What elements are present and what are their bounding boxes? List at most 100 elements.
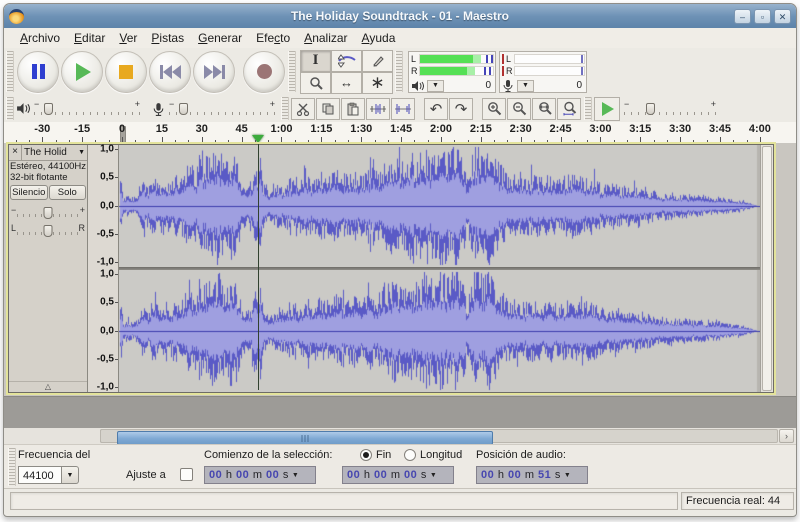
- record-meter[interactable]: L R ▼ 0: [499, 51, 587, 93]
- redo-button[interactable]: ↷: [449, 98, 473, 120]
- horizontal-scrollbar[interactable]: ‹ ›: [4, 428, 796, 444]
- stereo-track[interactable]: × The Holid▼ Estéreo, 44100Hz 32-bit flo…: [8, 144, 774, 393]
- ruler-label: 1:00: [270, 123, 292, 135]
- menu-analizar[interactable]: Analizar: [297, 29, 354, 47]
- track-control-panel[interactable]: × The Holid▼ Estéreo, 44100Hz 32-bit flo…: [9, 145, 88, 392]
- menu-editar[interactable]: Editar: [67, 29, 112, 47]
- project-rate-dropdown-icon[interactable]: ▼: [62, 466, 79, 484]
- skip-to-start-button[interactable]: [149, 51, 191, 93]
- record-button[interactable]: [243, 51, 285, 93]
- envelope-tool-button[interactable]: [331, 50, 362, 72]
- ruler-label: 1:45: [390, 123, 412, 135]
- menu-efecto[interactable]: Efecto: [249, 29, 297, 47]
- copy-button[interactable]: [316, 98, 340, 120]
- skip-to-end-button[interactable]: [193, 51, 235, 93]
- status-bar: Frecuencia real: 44: [4, 488, 796, 515]
- pan-slider[interactable]: L R: [15, 223, 81, 238]
- selection-start-dropdown-icon[interactable]: ▼: [292, 472, 299, 479]
- ruler-label: -15: [74, 123, 90, 135]
- menu-ayuda[interactable]: Ayuda: [355, 29, 403, 47]
- project-rate-value[interactable]: 44100: [18, 466, 62, 484]
- trim-icon: [370, 103, 386, 115]
- timeline-ruler[interactable]: -30-1501530451:001:151:301:452:002:152:3…: [4, 122, 796, 144]
- waveform-left-channel[interactable]: [119, 145, 760, 267]
- menu-ver[interactable]: Ver: [112, 29, 144, 47]
- pause-button[interactable]: [17, 51, 59, 93]
- magnifier-icon: [309, 76, 323, 90]
- track-collapse-handle[interactable]: △: [9, 381, 87, 391]
- solo-button[interactable]: Solo: [49, 185, 87, 200]
- silence-audio-button[interactable]: [391, 98, 415, 120]
- track-name-menu[interactable]: The Holid▼: [22, 145, 87, 160]
- paste-button[interactable]: [341, 98, 365, 120]
- selection-toolbar: Frecuencia del 44100 ▼ Ajuste a Comienzo…: [4, 444, 796, 489]
- playback-speed-thumb[interactable]: [646, 103, 655, 115]
- output-volume-thumb[interactable]: [44, 103, 53, 115]
- play-button[interactable]: [61, 51, 103, 93]
- trim-audio-button[interactable]: [366, 98, 390, 120]
- vertical-scrollbar[interactable]: [760, 145, 773, 392]
- selection-start-field[interactable]: 00 h 00 m 00 s▼: [204, 466, 316, 484]
- menu-generar[interactable]: Generar: [191, 29, 249, 47]
- zoom-tool-button[interactable]: [300, 72, 331, 94]
- mute-button[interactable]: Silencio: [10, 185, 48, 200]
- selection-end-dropdown-icon[interactable]: ▼: [430, 472, 437, 479]
- meter-toolbar-grip[interactable]: [395, 51, 403, 91]
- audio-position-dropdown-icon[interactable]: ▼: [564, 472, 571, 479]
- toolbar-row-1: I ↔ ∗ L R ▼ 0 L R: [4, 48, 796, 96]
- title-bar[interactable]: The Holiday Soundtrack - 01 - Maestro – …: [4, 4, 796, 28]
- scroll-right-button[interactable]: ›: [779, 429, 794, 443]
- multi-tool-button[interactable]: ∗: [362, 72, 393, 94]
- project-rate-combo[interactable]: 44100 ▼: [18, 466, 79, 484]
- audio-position-field[interactable]: 00 h 00 m 51 s▼: [476, 466, 588, 484]
- record-meter-zero: 0: [576, 80, 584, 91]
- waveform-display[interactable]: [119, 145, 773, 392]
- selection-toolbar-grip[interactable]: [8, 448, 16, 486]
- playback-meter-dropdown[interactable]: ▼: [427, 80, 444, 92]
- menu-archivo[interactable]: Archivo: [13, 29, 67, 47]
- horizontal-scrollbar-thumb[interactable]: [117, 431, 493, 445]
- play-at-speed-button[interactable]: [594, 97, 620, 121]
- gain-slider[interactable]: − +: [15, 205, 81, 220]
- selection-tool-button[interactable]: I: [300, 50, 331, 72]
- play-at-speed-icon: [602, 102, 614, 116]
- pan-thumb[interactable]: [44, 225, 53, 237]
- length-radio[interactable]: [404, 449, 416, 461]
- timeshift-tool-button[interactable]: ↔: [331, 72, 362, 94]
- horizontal-scrollbar-track[interactable]: [100, 429, 778, 443]
- transcription-toolbar-grip[interactable]: [584, 97, 592, 120]
- menu-pistas[interactable]: Pistas: [144, 29, 191, 47]
- fit-selection-button[interactable]: [532, 98, 556, 120]
- vertical-scrollbar-thumb[interactable]: [762, 146, 772, 391]
- end-radio[interactable]: [360, 449, 372, 461]
- close-button[interactable]: ✕: [774, 9, 791, 24]
- snap-to-checkbox[interactable]: [180, 468, 193, 481]
- mixer-toolbar-grip[interactable]: [6, 97, 14, 120]
- record-meter-dropdown[interactable]: ▼: [517, 80, 534, 92]
- minimize-button[interactable]: –: [734, 9, 751, 24]
- zoom-in-button[interactable]: [482, 98, 506, 120]
- zoom-out-button[interactable]: [507, 98, 531, 120]
- input-volume-slider[interactable]: − +: [169, 102, 275, 116]
- draw-tool-button[interactable]: [362, 50, 393, 72]
- undo-button[interactable]: ↶: [424, 98, 448, 120]
- amplitude-value: 1,0: [100, 144, 114, 155]
- gain-thumb[interactable]: [44, 207, 53, 219]
- playback-speed-slider[interactable]: − +: [624, 102, 716, 116]
- tools-toolbar-grip[interactable]: [288, 51, 296, 91]
- maximize-button[interactable]: ▫: [754, 9, 771, 24]
- edit-toolbar-grip[interactable]: [281, 97, 289, 120]
- cut-button[interactable]: [291, 98, 315, 120]
- stop-button[interactable]: [105, 51, 147, 93]
- vertical-rulers[interactable]: 1,00,50,0-0,5-1,01,00,50,0-0,5-1,0: [88, 145, 119, 392]
- track-close-button[interactable]: ×: [9, 145, 22, 160]
- fit-project-button[interactable]: [557, 98, 581, 120]
- amplitude-value: -1,0: [97, 257, 114, 268]
- playback-meter[interactable]: L R ▼ 0: [408, 51, 496, 93]
- selection-end-field[interactable]: 00 h 00 m 00 s▼: [342, 466, 454, 484]
- playback-meter-left-label: L: [411, 54, 419, 64]
- output-volume-slider[interactable]: − +: [34, 102, 140, 116]
- waveform-right-channel[interactable]: [119, 270, 760, 392]
- transport-toolbar-grip[interactable]: [6, 51, 14, 91]
- input-volume-thumb[interactable]: [179, 103, 188, 115]
